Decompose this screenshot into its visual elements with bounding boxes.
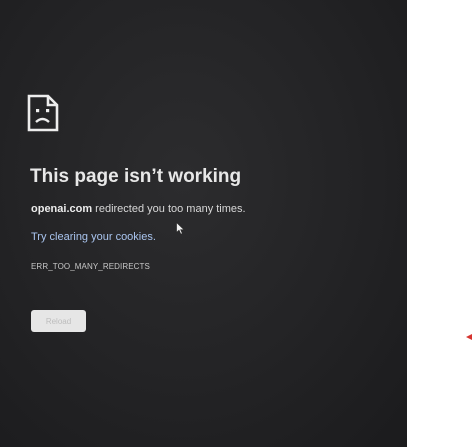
suggestion-line: Try clearing your cookies. [31,231,156,243]
error-code: ERR_TOO_MANY_REDIRECTS [31,262,150,271]
browser-error-screen: This page isn’t working openai.com redir… [0,0,407,447]
red-arrow-icon [466,334,472,340]
page-title: This page isn’t working [30,166,242,187]
sad-page-icon [27,94,59,132]
mouse-pointer-icon [176,222,185,235]
clear-cookies-link[interactable]: Try clearing your cookies. [31,231,156,243]
reload-button[interactable]: Reload [31,310,86,332]
error-message-text: redirected you too many times. [92,203,246,215]
site-domain: openai.com [31,203,93,215]
error-message: openai.com redirected you too many times… [31,203,246,215]
